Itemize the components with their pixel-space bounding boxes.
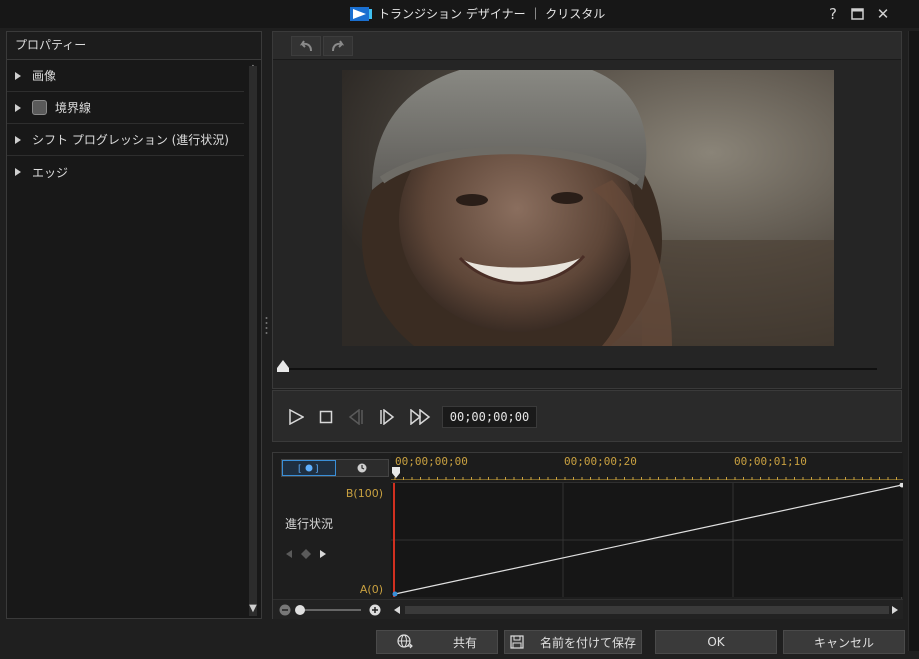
property-edge[interactable]: エッジ [7, 156, 244, 188]
properties-scrollbar[interactable] [249, 66, 257, 616]
panel-splitter[interactable] [265, 316, 268, 334]
progress-curve-canvas [391, 482, 905, 597]
preview-video [342, 70, 834, 346]
property-label: シフト プログレッション (進行状況) [32, 133, 229, 147]
timeline-ruler[interactable]: 00;00;00;00 00;00;00;20 00;00;01;10 [391, 453, 903, 483]
redo-icon [332, 40, 345, 52]
zoom-slider-track[interactable] [297, 609, 361, 611]
ruler-label: 00;00;00;20 [564, 455, 637, 468]
help-button[interactable]: ? [822, 4, 844, 24]
timeline-mode-toggle: [] [281, 459, 389, 477]
property-border[interactable]: 境界線 [7, 92, 244, 124]
scroll-down-arrow-icon[interactable]: ▼ [247, 604, 259, 614]
expand-arrow-icon[interactable] [15, 71, 21, 80]
expand-arrow-icon[interactable] [15, 135, 21, 144]
ruler-ticks [391, 477, 903, 480]
property-shift-progression[interactable]: シフト プログレッション (進行状況) [7, 124, 244, 156]
transport-bar: 00;00;00;00 [272, 390, 902, 442]
scroll-left-icon[interactable] [393, 605, 401, 615]
seek-bar[interactable] [283, 368, 877, 370]
fast-forward-icon [410, 409, 431, 425]
properties-panel: プロパティー 画像 境界線 シフト プログレッション (進行状況) エッジ ▲ … [6, 31, 262, 619]
y-axis-max-label: B(100) [345, 487, 383, 500]
timecode-display: 00;00;00;00 [442, 406, 537, 428]
background-window-edge [908, 31, 919, 651]
properties-header: プロパティー [7, 32, 261, 60]
window-title: トランジション デザイナー ｜ クリスタル [378, 7, 606, 21]
clip-mode-button[interactable]: [] [282, 460, 336, 476]
close-button[interactable]: ✕ [872, 4, 894, 24]
keyframe-navigation [285, 547, 335, 561]
undo-button[interactable] [291, 36, 321, 56]
stop-button[interactable] [315, 407, 337, 427]
cancel-button[interactable]: キャンセル [783, 630, 905, 654]
timeline-horizontal-scrollbar[interactable] [405, 606, 889, 614]
title-wrap: トランジション デザイナー ｜ クリスタル [350, 5, 605, 22]
fast-forward-button[interactable] [407, 407, 433, 427]
play-icon [289, 409, 304, 425]
stop-icon [319, 410, 333, 424]
previous-keyframe-icon[interactable] [285, 549, 293, 559]
property-label: エッジ [32, 165, 69, 180]
maximize-button[interactable] [846, 4, 868, 24]
progress-curve-graph[interactable] [391, 482, 905, 597]
property-label: 画像 [32, 69, 57, 83]
save-as-label: 名前を付けて保存 [539, 635, 636, 650]
ok-button[interactable]: OK [655, 630, 777, 654]
grip-icon [265, 317, 268, 334]
share-label: 共有 [452, 635, 477, 650]
title-bar: トランジション デザイナー ｜ クリスタル ? ✕ [0, 0, 919, 28]
end-keyframe-point [899, 482, 905, 488]
next-keyframe-icon[interactable] [319, 549, 327, 559]
svg-text:[: [ [298, 465, 302, 474]
globe-share-icon [397, 634, 413, 649]
share-button[interactable]: 共有 [376, 630, 498, 654]
app-logo-icon [350, 6, 372, 21]
property-image[interactable]: 画像 [7, 60, 244, 92]
y-axis-min-label: A(0) [359, 583, 383, 596]
seek-handle-icon[interactable] [277, 360, 289, 372]
ruler-label: 00;00;00;00 [395, 455, 468, 468]
maximize-icon [850, 8, 864, 20]
expand-arrow-icon[interactable] [15, 103, 21, 112]
time-mode-button[interactable] [336, 460, 388, 476]
scroll-right-icon[interactable] [891, 605, 899, 615]
zoom-out-icon[interactable] [279, 604, 291, 616]
preview-toolbar [273, 32, 901, 60]
ruler-label: 00;00;01;10 [734, 455, 807, 468]
clock-icon [357, 463, 367, 473]
undo-icon [299, 40, 312, 52]
previous-frame-button[interactable] [345, 407, 367, 427]
redo-button[interactable] [323, 36, 353, 56]
zoom-in-icon[interactable] [369, 604, 381, 616]
playhead-marker-icon[interactable] [391, 467, 401, 479]
zoom-slider-handle[interactable] [295, 605, 305, 615]
property-label: 境界線 [55, 101, 92, 115]
save-as-button[interactable]: 名前を付けて保存 [504, 630, 642, 654]
preview-frame-image [342, 70, 834, 346]
play-button[interactable] [285, 407, 307, 427]
keyframe-timeline: [] 00;00;00;00 00;00;00;20 00;00;01;10 進… [272, 452, 905, 619]
save-icon [510, 635, 524, 649]
border-checkbox[interactable] [32, 100, 47, 115]
clip-mode-icon: [] [298, 464, 319, 474]
preview-panel [272, 31, 902, 389]
timeline-footer [273, 599, 903, 619]
previous-frame-icon [348, 409, 363, 425]
add-keyframe-icon[interactable] [301, 549, 311, 559]
svg-text:]: ] [315, 465, 319, 474]
next-frame-button[interactable] [376, 407, 398, 427]
start-keyframe-point [392, 591, 398, 597]
next-frame-icon [380, 409, 395, 425]
expand-arrow-icon[interactable] [15, 168, 21, 176]
track-label-progress: 進行状況 [285, 517, 334, 531]
